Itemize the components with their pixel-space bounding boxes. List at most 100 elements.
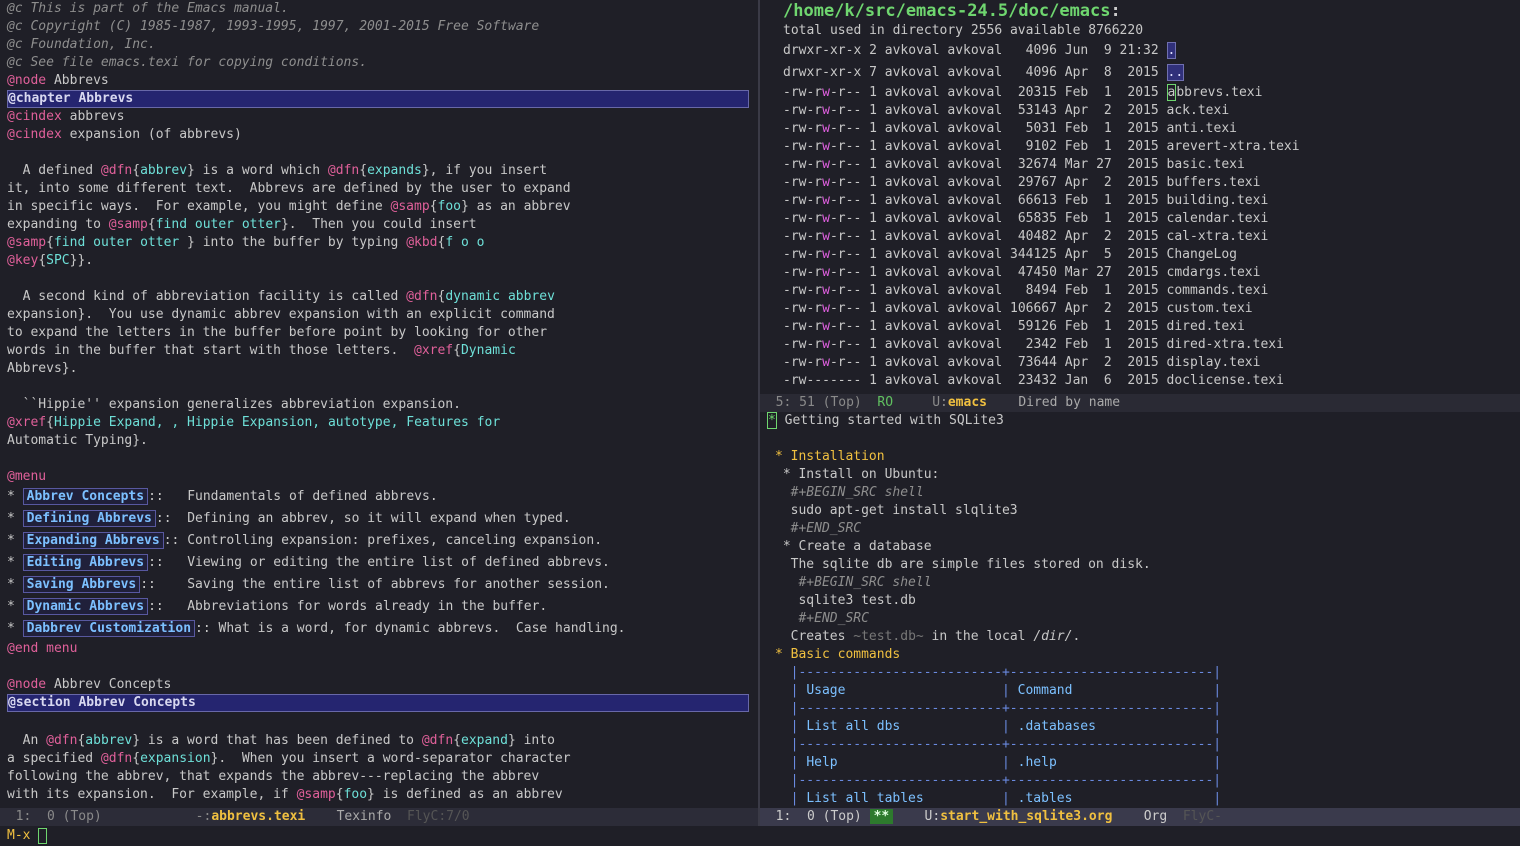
org-title-line: * Getting started with SQLite3: [760, 412, 1520, 430]
dired-row[interactable]: -rw-rw-r-- 1 avkoval avkoval 66613 Feb 1…: [760, 192, 1520, 210]
minibuffer[interactable]: M-x: [0, 826, 1520, 846]
menu-link[interactable]: Abbrev Concepts: [22, 488, 149, 505]
file-meta: 1 avkoval avkoval 5031 Feb 1 2015: [861, 121, 1167, 136]
section-line: @section Abbrev Concepts: [0, 694, 758, 714]
file-name[interactable]: cmdargs.texi: [1167, 265, 1261, 280]
buffer-state: U:: [924, 809, 941, 824]
org-subheading[interactable]: * Install on Ubuntu:: [760, 466, 1520, 484]
text-line: following the abbrev, that expands the a…: [7, 769, 540, 784]
text-line: to expand the letters in the buffer befo…: [7, 325, 548, 340]
org-heading[interactable]: * Basic commands: [760, 646, 1520, 664]
texinfo-buffer[interactable]: @c This is part of the Emacs manual. @c …: [0, 0, 758, 808]
menu-separator: ::: [148, 555, 188, 570]
menu-link[interactable]: Editing Abbrevs: [22, 554, 149, 571]
dired-row[interactable]: -rw-rw-r-- 1 avkoval avkoval 47450 Mar 2…: [760, 264, 1520, 282]
file-name[interactable]: dired.texi: [1167, 319, 1245, 334]
file-meta: 2 avkoval avkoval 4096 Jun 9 21:32: [861, 43, 1167, 58]
minibuffer-cursor: [38, 827, 48, 844]
file-name[interactable]: ack.texi: [1167, 103, 1230, 118]
dired-row[interactable]: -rw-rw-r-- 1 avkoval avkoval 106667 Apr …: [760, 300, 1520, 318]
file-name[interactable]: dired-xtra.texi: [1167, 337, 1284, 352]
dired-row[interactable]: -rw-rw-r-- 1 avkoval avkoval 5031 Feb 1 …: [760, 120, 1520, 138]
left-modeline[interactable]: 1: 0 (Top) -:abbrevs.texi Texinfo FlyC:7…: [0, 808, 758, 826]
text-line: @key{SPC}}.: [7, 253, 94, 268]
file-name[interactable]: cal-xtra.texi: [1167, 229, 1269, 244]
dired-row[interactable]: drwxr-xr-x 2 avkoval avkoval 4096 Jun 9 …: [760, 40, 1520, 62]
dired-row[interactable]: -rw-rw-r-- 1 avkoval avkoval 32674 Mar 2…: [760, 156, 1520, 174]
table-row: | List all tables | .tables |: [775, 791, 1222, 806]
dired-row[interactable]: -rw-rw-r-- 1 avkoval avkoval 73644 Apr 2…: [760, 354, 1520, 372]
org-text: Creates ~test.db~ in the local /dir/.: [760, 628, 1520, 646]
menu-link[interactable]: Expanding Abbrevs: [22, 532, 164, 549]
dired-row[interactable]: -rw-rw-r-- 1 avkoval avkoval 53143 Apr 2…: [760, 102, 1520, 120]
src-begin: #+BEGIN_SRC shell: [775, 485, 924, 500]
menu-separator: ::: [163, 533, 188, 548]
table-row: | Help | .help |: [775, 755, 1222, 770]
paragraph-4: An @dfn{abbrev} is a word that has been …: [0, 732, 758, 804]
comment-line: @c See file emacs.texi for copying condi…: [7, 55, 368, 70]
file-permissions: -rw-rw-r--: [783, 121, 862, 136]
dired-row[interactable]: -rw------- 1 avkoval avkoval 23432 Jan 6…: [760, 372, 1520, 390]
file-name[interactable]: custom.texi: [1167, 301, 1253, 316]
menu-separator: ::: [195, 621, 219, 636]
emacs-frame: @c This is part of the Emacs manual. @c …: [0, 0, 1520, 846]
text-line: Automatic Typing}.: [7, 433, 148, 448]
file-name[interactable]: ChangeLog: [1167, 247, 1237, 262]
dired-row[interactable]: -rw-rw-r-- 1 avkoval avkoval 20315 Feb 1…: [760, 84, 1520, 102]
dired-buffer[interactable]: /home/k/src/emacs-24.5/doc/emacs: total …: [760, 0, 1520, 394]
menu-link[interactable]: Dabbrev Customization: [22, 620, 196, 637]
dired-row[interactable]: -rw-rw-r-- 1 avkoval avkoval 9102 Feb 1 …: [760, 138, 1520, 156]
dired-row[interactable]: -rw-rw-r-- 1 avkoval avkoval 2342 Feb 1 …: [760, 336, 1520, 354]
major-mode: Dired by name: [1018, 395, 1121, 410]
file-permissions: -rw-rw-r--: [783, 229, 862, 244]
dired-row[interactable]: -rw-rw-r-- 1 avkoval avkoval 8494 Feb 1 …: [760, 282, 1520, 300]
file-name[interactable]: .: [1166, 42, 1177, 59]
org-buffer[interactable]: * Getting started with SQLite3 * Install…: [760, 412, 1520, 808]
file-meta: 1 avkoval avkoval 66613 Feb 1 2015: [861, 193, 1167, 208]
cindex-text: expansion (of abbrevs): [69, 127, 242, 142]
cursor-position: 1: 0 (Top): [760, 809, 862, 824]
table-cell: .help: [1017, 755, 1214, 770]
chapter-heading: @chapter Abbrevs: [7, 90, 749, 108]
file-name[interactable]: abbrevs.texi: [1166, 84, 1262, 101]
dired-row[interactable]: -rw-rw-r-- 1 avkoval avkoval 29767 Apr 2…: [760, 174, 1520, 192]
menu-bullet: *: [7, 599, 23, 614]
dired-row[interactable]: drwxr-xr-x 7 avkoval avkoval 4096 Apr 8 …: [760, 62, 1520, 84]
dired-row[interactable]: -rw-rw-r-- 1 avkoval avkoval 344125 Apr …: [760, 246, 1520, 264]
org-subheading[interactable]: * Create a database: [760, 538, 1520, 556]
menu-link[interactable]: Defining Abbrevs: [22, 510, 156, 527]
file-meta: 1 avkoval avkoval 40482 Apr 2 2015: [861, 229, 1167, 244]
file-permissions: -rw-rw-r--: [783, 193, 862, 208]
table-cell: List all tables: [806, 791, 1002, 806]
file-permissions: -rw-rw-r--: [783, 85, 862, 100]
file-meta: 1 avkoval avkoval 344125 Apr 5 2015: [861, 247, 1167, 262]
dired-row[interactable]: -rw-rw-r-- 1 avkoval avkoval 40482 Apr 2…: [760, 228, 1520, 246]
file-name[interactable]: arevert-xtra.texi: [1167, 139, 1300, 154]
file-name[interactable]: calendar.texi: [1167, 211, 1269, 226]
menu-link[interactable]: Dynamic Abbrevs: [22, 598, 149, 615]
inline-code: ~test.db~: [853, 629, 924, 644]
dired-row[interactable]: -rw-rw-r-- 1 avkoval avkoval 59126 Feb 1…: [760, 318, 1520, 336]
org-modeline[interactable]: 1: 0 (Top) ** U:start_with_sqlite3.org O…: [760, 808, 1520, 826]
file-name[interactable]: anti.texi: [1167, 121, 1237, 136]
menu-item: * Dynamic Abbrevs:: Abbreviations for wo…: [0, 596, 758, 618]
dired-row[interactable]: -rw-rw-r-- 1 avkoval avkoval 65835 Feb 1…: [760, 210, 1520, 228]
file-name[interactable]: display.texi: [1167, 355, 1261, 370]
table-separator: |--------------------------+------------…: [775, 737, 1222, 752]
file-name[interactable]: ..: [1166, 64, 1185, 81]
menu-link[interactable]: Saving Abbrevs: [22, 576, 141, 593]
cursor-position: 1: 0 (Top): [0, 809, 102, 824]
paragraph-1: A defined @dfn{abbrev} is a word which @…: [0, 162, 758, 270]
text-line: in specific ways. For example, you might…: [7, 199, 571, 214]
file-name[interactable]: doclicense.texi: [1167, 373, 1284, 388]
org-text: The sqlite db are simple files stored on…: [775, 557, 1151, 572]
dired-modeline[interactable]: 5: 51 (Top) RO U:emacs Dired by name: [760, 394, 1520, 412]
org-heading[interactable]: * Installation: [760, 448, 1520, 466]
file-meta: 1 avkoval avkoval 65835 Feb 1 2015: [861, 211, 1167, 226]
file-permissions: -rw-------: [783, 373, 862, 388]
menu-description: Abbreviations for words already in the b…: [187, 599, 548, 614]
file-name[interactable]: buffers.texi: [1167, 175, 1261, 190]
file-name[interactable]: building.texi: [1167, 193, 1269, 208]
file-name[interactable]: commands.texi: [1167, 283, 1269, 298]
file-name[interactable]: basic.texi: [1167, 157, 1245, 172]
